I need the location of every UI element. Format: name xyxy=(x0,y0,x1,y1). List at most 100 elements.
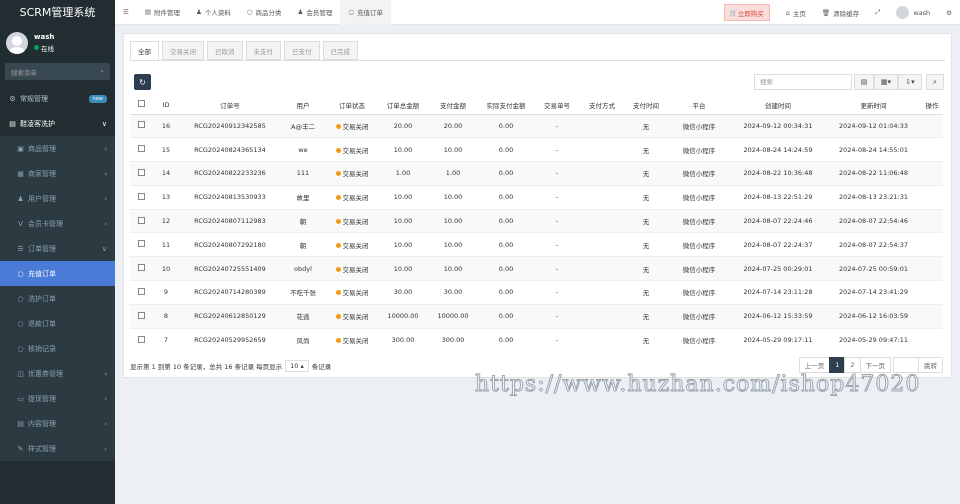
next-page-button[interactable]: 下一页 xyxy=(859,357,891,373)
buy-now-button[interactable]: 🛒 立即购买 xyxy=(723,4,770,21)
row-checkbox[interactable] xyxy=(130,184,152,210)
col-header-status[interactable]: 订单状态 xyxy=(326,96,378,115)
table-row[interactable]: 15 RCG20240824365134 we 交易关闭 10.00 10.00 0.00-… xyxy=(130,137,943,162)
filter-tab-all[interactable]: 全部 xyxy=(130,41,159,60)
home-button[interactable]: ⌂ 主页 xyxy=(778,0,814,25)
cell-paid: 10.00 xyxy=(428,232,478,257)
sidebar-item-shoe-care[interactable]: ▤ 鞋凌客洗护 ∨ xyxy=(0,111,115,136)
expand-icon: ⤢ xyxy=(875,8,881,16)
sidebar-item-care-orders[interactable]: ○ 洗护订单 xyxy=(0,286,115,311)
filter-tab-closed[interactable]: 交易关闭 xyxy=(162,41,204,60)
cell-pay-method xyxy=(580,280,624,305)
sidebar-search-input[interactable]: 搜索菜单 ⌕ xyxy=(5,63,110,80)
page-size-select[interactable]: 10 ▴ xyxy=(285,360,309,372)
divider xyxy=(130,60,945,61)
table-row[interactable]: 13 RCG20240813530933 故里 交易关闭 10.00 10.00 0.00-… xyxy=(130,184,943,210)
cell-trade-no: - xyxy=(534,327,580,352)
row-checkbox[interactable] xyxy=(130,327,152,352)
sidebar-item-coupons[interactable]: ◫ 优惠券管理 ‹ xyxy=(0,361,115,386)
jump-page-input[interactable] xyxy=(893,357,919,373)
sidebar-item-general[interactable]: ⚙ 常规管理 new xyxy=(0,86,115,111)
sidebar-item-content[interactable]: ▤ 内容管理 ‹ xyxy=(0,411,115,436)
refresh-button[interactable]: ↻ xyxy=(134,74,151,90)
cell-actions xyxy=(921,232,943,257)
col-header-paid[interactable]: 支付金额 xyxy=(428,96,478,115)
cell-actions xyxy=(921,161,943,186)
sidebar-item-vip-cards[interactable]: V 会员卡管理 ‹ xyxy=(0,211,115,236)
table-row[interactable]: 7 RCG20240529952659 风尚 交易关闭 300.00 300.00 0.00… xyxy=(130,327,943,352)
cell-updated: 2024-07-14 23:41:29 xyxy=(826,280,921,305)
col-header-pay-time[interactable]: 支付时间 xyxy=(624,96,668,115)
tab-product-categories[interactable]: ○ 商品分类 xyxy=(239,0,290,25)
col-header-updated[interactable]: 更新时间 xyxy=(826,96,921,115)
col-header-trade-no[interactable]: 交易单号 xyxy=(534,96,580,115)
search-button[interactable]: ⌕ xyxy=(926,74,944,90)
chevron-left-icon: ‹ xyxy=(104,219,107,228)
select-all-checkbox[interactable] xyxy=(130,96,152,115)
filter-tab-unpaid[interactable]: 未支付 xyxy=(245,41,281,60)
settings-button[interactable]: ⚙ xyxy=(938,0,960,25)
status-label: 交易关闭 xyxy=(342,146,369,155)
col-header-total[interactable]: 订单总金额 xyxy=(378,96,428,115)
status-label: 交易关闭 xyxy=(342,313,369,322)
col-header-actual[interactable]: 实际支付金额 xyxy=(478,96,534,115)
row-checkbox[interactable] xyxy=(130,280,152,305)
filter-tab-paid[interactable]: 已支付 xyxy=(284,41,320,60)
sidebar-item-users[interactable]: ♟ 用户管理 ‹ xyxy=(0,186,115,211)
fullscreen-button[interactable]: ⤢ xyxy=(867,0,888,25)
table-row[interactable]: 16 RCG20240912342585 A@丰二 交易关闭 20.00 20.00 0.0… xyxy=(130,113,943,138)
row-checkbox[interactable] xyxy=(130,256,152,281)
table-row[interactable]: 9 RCG20240714280389 不吃千张 交易关闭 30.00 30.00 0.00… xyxy=(130,280,943,305)
prev-page-button[interactable]: 上一页 xyxy=(798,357,831,373)
tab-attachments[interactable]: ▤ 附件管理 xyxy=(137,0,188,25)
col-header-platform[interactable]: 平台 xyxy=(668,96,730,115)
filter-tab-cancelled[interactable]: 已取消 xyxy=(207,41,243,60)
cell-status: 交易关闭 xyxy=(326,137,378,162)
table-row[interactable]: 14 RCG20240822233236 111 交易关闭 1.00 1.00 0.00- 无… xyxy=(130,161,943,186)
clear-cache-button[interactable]: 🗑 清除缓存 xyxy=(814,0,867,25)
table-row[interactable]: 10 RCG20240725551409 obdyl 交易关闭 10.00 10.00 0.… xyxy=(130,256,943,281)
sidebar-item-styles[interactable]: ✎ 样式管理 ‹ xyxy=(0,436,115,461)
col-header-created[interactable]: 创建时间 xyxy=(730,96,826,115)
columns-button[interactable]: ▦▾ xyxy=(874,74,898,90)
col-header-order-no[interactable]: 订单号 xyxy=(180,96,280,115)
toggle-view-button[interactable]: ▤ xyxy=(854,74,874,90)
table-search-input[interactable]: 搜索 xyxy=(754,74,852,90)
cell-status: 交易关闭 xyxy=(326,208,378,233)
col-header-pay-method[interactable]: 支付方式 xyxy=(580,96,624,115)
sidebar-item-verify-records[interactable]: ○ 核销记录 xyxy=(0,336,115,361)
row-checkbox[interactable] xyxy=(130,208,152,233)
row-checkbox[interactable] xyxy=(130,137,152,162)
status-dot-icon xyxy=(335,147,341,153)
cell-user: 不吃千张 xyxy=(280,280,326,305)
tab-members[interactable]: ♟ 会员管理 xyxy=(289,0,340,25)
jump-button[interactable]: 跳转 xyxy=(918,357,943,373)
col-header-id[interactable]: ID xyxy=(152,96,180,115)
row-checkbox[interactable] xyxy=(130,303,152,329)
page-2-button[interactable]: 2 xyxy=(844,357,861,373)
table-row[interactable]: 11 RCG20240807292180 朝交易关闭 10.00 10.00 0.00- 无… xyxy=(130,232,943,257)
sidebar-item-merchants[interactable]: ▦ 商家管理 ‹ xyxy=(0,161,115,186)
menu-toggle-button[interactable]: ☰ xyxy=(115,0,137,25)
sidebar-item-refund-orders[interactable]: ○ 退款订单 xyxy=(0,311,115,336)
row-checkbox[interactable] xyxy=(130,161,152,186)
tab-profile[interactable]: ♟ 个人资料 xyxy=(188,0,239,25)
table-row[interactable]: 12 RCG20240807112983 朝交易关闭 10.00 10.00 0.00- 无… xyxy=(130,208,943,233)
sidebar-item-orders[interactable]: ☰ 订单管理 ∨ xyxy=(0,236,115,261)
row-checkbox[interactable] xyxy=(130,232,152,257)
export-button[interactable]: ⇩▾ xyxy=(898,74,922,90)
table-row[interactable]: 8 RCG20240612850129 花逃 交易关闭 10000.00 10000.00… xyxy=(130,303,943,329)
clear-cache-label: 清除缓存 xyxy=(833,9,860,18)
sidebar-item-label: 商品管理 xyxy=(28,144,56,153)
user-menu[interactable]: wash xyxy=(888,0,938,25)
sidebar-item-products[interactable]: ▣ 商品管理 ‹ xyxy=(0,136,115,161)
sidebar-item-recharge-orders[interactable]: ○ 充值订单 xyxy=(0,261,115,286)
filter-tab-completed[interactable]: 已完成 xyxy=(322,41,358,60)
page-size-value: 10 xyxy=(290,362,299,370)
row-checkbox[interactable] xyxy=(130,113,152,138)
tab-recharge-orders[interactable]: ○ 充值订单 xyxy=(340,0,391,25)
sidebar-item-withdraw[interactable]: ▭ 提现管理 ‹ xyxy=(0,386,115,411)
cell-total: 10.00 xyxy=(378,184,428,210)
page-1-button[interactable]: 1 xyxy=(829,357,846,373)
col-header-user[interactable]: 用户 xyxy=(280,96,326,115)
